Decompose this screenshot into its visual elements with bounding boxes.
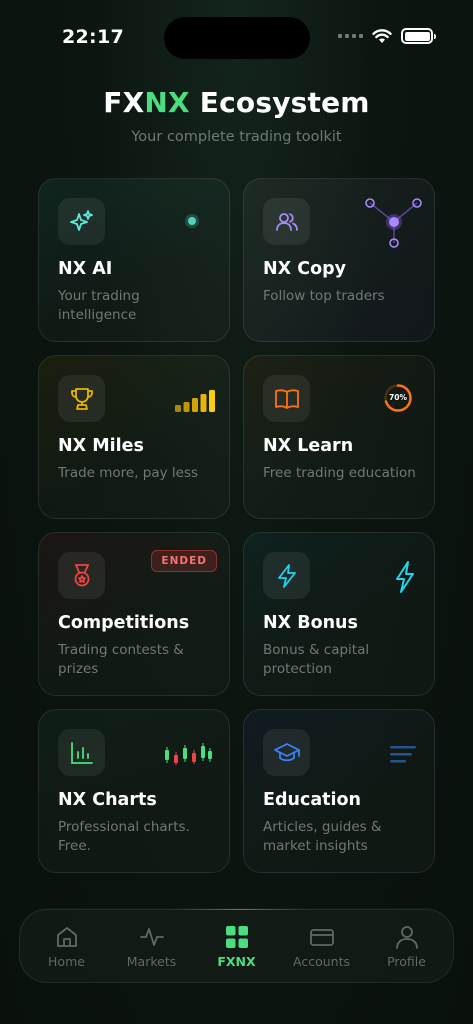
- lightning-icon: [263, 552, 310, 599]
- tab-label: Profile: [387, 953, 426, 969]
- miles-level-bars: [175, 390, 215, 412]
- page-header: FXNX Ecosystem Your complete trading too…: [0, 86, 473, 145]
- graduation-cap-icon: [263, 729, 310, 776]
- card-title: Competitions: [58, 613, 190, 633]
- user-icon: [395, 925, 418, 949]
- card-description: Your trading intelligence: [58, 288, 140, 323]
- page-subtitle: Your complete trading toolkit: [131, 129, 342, 145]
- card-title: NX Learn: [263, 436, 354, 456]
- card-title: NX Copy: [263, 259, 347, 279]
- tab-markets[interactable]: Markets: [112, 924, 192, 969]
- wifi-icon: [372, 28, 392, 43]
- tab-home[interactable]: Home: [27, 924, 107, 969]
- ecosystem-grid: NX AI Your trading intelligence NX Copy …: [38, 178, 435, 873]
- card-education[interactable]: Education Articles, guides & market insi…: [243, 709, 435, 873]
- status-time: 22:17: [62, 26, 124, 48]
- ai-pulse-dot: [185, 214, 199, 228]
- card-title: Education: [263, 790, 361, 810]
- tab-label: FXNX: [217, 953, 256, 969]
- trophy-icon: [58, 375, 105, 422]
- card-title: NX Charts: [58, 790, 157, 810]
- grid-icon: [225, 925, 248, 948]
- card-nx-miles[interactable]: NX Miles Trade more, pay less: [38, 355, 230, 519]
- tab-label: Home: [48, 953, 85, 969]
- card-title: NX Miles: [58, 436, 144, 456]
- bottom-tab-bar: Home Markets FXNX Accounts Profile: [19, 909, 454, 983]
- card-nx-learn[interactable]: 70% NX Learn Free trading education: [243, 355, 435, 519]
- card-description: Bonus & capital protection: [263, 642, 370, 677]
- status-bar: 22:17: [0, 0, 473, 76]
- page-title: FXNX Ecosystem: [103, 86, 370, 119]
- card-nx-ai[interactable]: NX AI Your trading intelligence: [38, 178, 230, 342]
- card-icon: [309, 928, 334, 946]
- battery-icon: [401, 28, 436, 44]
- card-description: Trade more, pay less: [58, 465, 199, 481]
- card-nx-charts[interactable]: NX Charts Professional charts. Free.: [38, 709, 230, 873]
- lightning-deco-icon: [396, 561, 414, 593]
- learn-progress-ring: 70%: [383, 383, 413, 413]
- card-nx-bonus[interactable]: NX Bonus Bonus & capital protection: [243, 532, 435, 696]
- card-competitions[interactable]: ENDED Competitions Trading contests & pr…: [38, 532, 230, 696]
- users-icon: [263, 198, 310, 245]
- dynamic-island: [164, 17, 310, 59]
- card-description: Professional charts. Free.: [58, 819, 190, 854]
- candlestick-graphic: [165, 743, 212, 765]
- book-icon: [263, 375, 310, 422]
- system-icons: [338, 28, 436, 44]
- article-lines-icon: [390, 746, 416, 763]
- card-nx-copy[interactable]: NX Copy Follow top traders: [243, 178, 435, 342]
- sparkles-icon: [58, 198, 105, 245]
- card-title: NX AI: [58, 259, 113, 279]
- activity-icon: [139, 927, 164, 946]
- tab-profile[interactable]: Profile: [367, 924, 447, 969]
- medal-icon: [58, 552, 105, 599]
- learn-progress-label: 70%: [389, 393, 407, 402]
- card-description: Articles, guides & market insights: [263, 819, 382, 854]
- network-graphic: [365, 198, 422, 248]
- tab-fxnx[interactable]: FXNX: [197, 924, 277, 969]
- bar-chart-icon: [58, 729, 105, 776]
- tab-accounts[interactable]: Accounts: [282, 924, 362, 969]
- tab-label: Accounts: [293, 953, 350, 969]
- card-description: Trading contests & prizes: [58, 642, 184, 677]
- home-icon: [56, 926, 77, 947]
- card-title: NX Bonus: [263, 613, 358, 633]
- signal-icon: [338, 34, 363, 38]
- tab-label: Markets: [126, 953, 177, 969]
- card-description: Follow top traders: [263, 288, 385, 304]
- card-description: Free trading education: [263, 465, 416, 481]
- status-badge-ended: ENDED: [151, 550, 217, 572]
